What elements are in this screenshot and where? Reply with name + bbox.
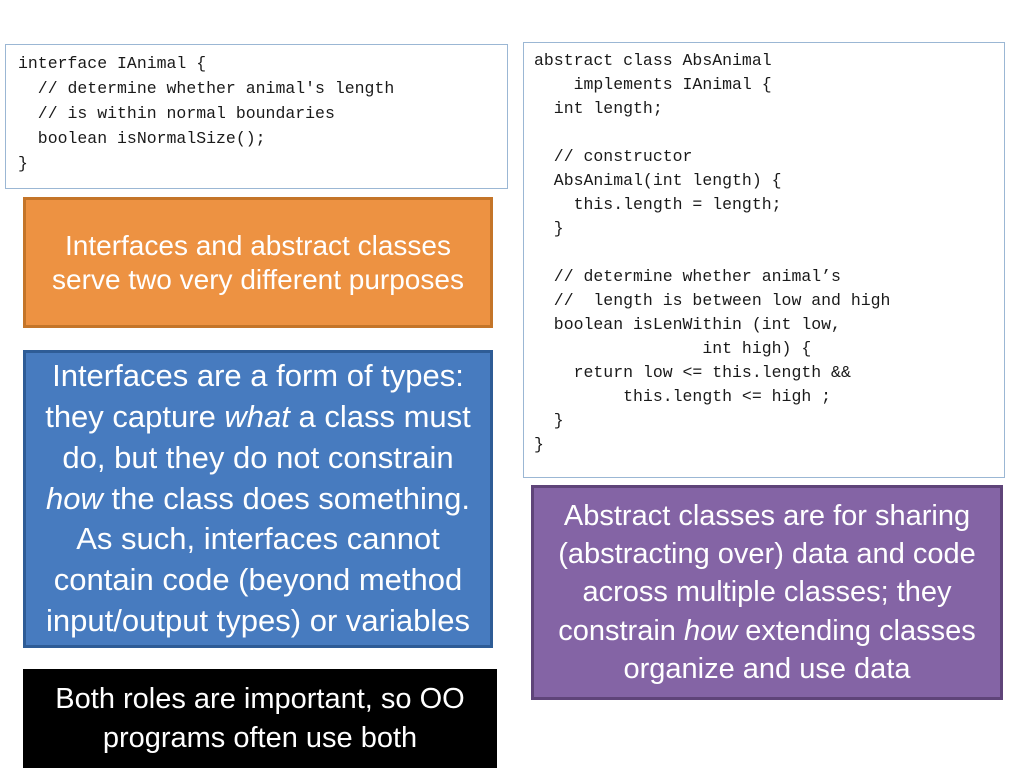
code-block-ianimal-interface: interface IAnimal { // determine whether… bbox=[5, 43, 508, 189]
callout-both-roles-text: Both roles are important, so OO programs… bbox=[55, 683, 465, 754]
callout-interfaces-text: Interfaces are a form of types: they cap… bbox=[45, 357, 471, 639]
callout-both-roles: Both roles are important, so OO programs… bbox=[23, 669, 497, 768]
callout-interfaces: Interfaces are a form of types: they cap… bbox=[23, 350, 493, 648]
callout-abstract-classes: Abstract classes are for sharing (abstra… bbox=[531, 485, 1003, 700]
slide-canvas: interface IAnimal { // determine whether… bbox=[0, 0, 1024, 768]
callout-abstract-classes-text: Abstract classes are for sharing (abstra… bbox=[558, 499, 976, 685]
callout-purposes-text: Interfaces and abstract classes serve tw… bbox=[52, 230, 464, 295]
callout-purposes: Interfaces and abstract classes serve tw… bbox=[23, 197, 493, 328]
code-block-absanimal-abstract-class: abstract class AbsAnimal implements IAni… bbox=[523, 41, 1005, 478]
